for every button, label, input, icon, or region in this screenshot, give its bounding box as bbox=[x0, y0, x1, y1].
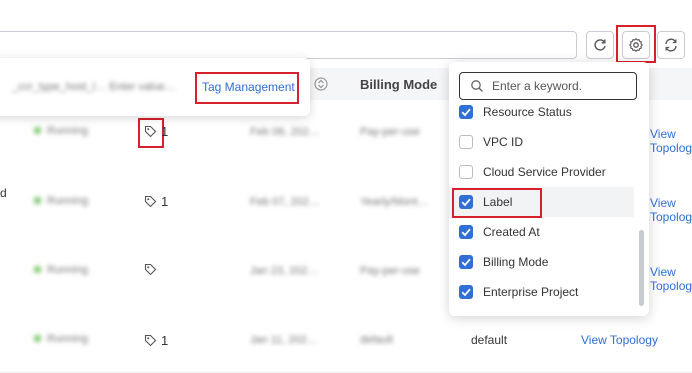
status-cell: Running bbox=[34, 195, 88, 207]
view-topology-link[interactable]: View Topology bbox=[650, 127, 692, 155]
refresh-button[interactable] bbox=[657, 31, 685, 59]
column-option-label: Resource Status bbox=[483, 105, 572, 119]
view-topology-link[interactable]: View Topology bbox=[581, 333, 658, 347]
search-bar[interactable] bbox=[0, 31, 577, 59]
created-cell: Feb 07, 202… bbox=[250, 196, 320, 208]
tag-cell[interactable]: 1 bbox=[144, 194, 168, 209]
refresh-icon bbox=[665, 38, 677, 52]
column-option-label: Billing Mode bbox=[483, 255, 549, 269]
billing-cell: default bbox=[360, 334, 394, 346]
column-option-resource-status[interactable]: Resource Status bbox=[449, 97, 634, 127]
column-option-billing-mode[interactable]: Billing Mode bbox=[449, 247, 634, 277]
column-option-vpc-id[interactable]: VPC ID bbox=[449, 127, 634, 157]
status-cell: Running bbox=[34, 125, 88, 137]
tag-management-link[interactable]: Tag Management bbox=[202, 80, 295, 94]
popover-scrollbar[interactable] bbox=[639, 230, 644, 306]
column-option-label: VPC ID bbox=[483, 135, 524, 149]
checkbox-unchecked[interactable] bbox=[459, 135, 473, 149]
checkbox-checked[interactable] bbox=[459, 285, 473, 299]
column-settings-popover: Resource Status VPC ID Cloud Service Pro… bbox=[449, 62, 649, 316]
status-cell: Running bbox=[34, 333, 88, 345]
search-icon bbox=[471, 80, 483, 92]
column-option-label: Created At bbox=[483, 225, 540, 239]
checkbox-checked[interactable] bbox=[459, 255, 473, 269]
billing-cell: Yearly/Mont… bbox=[360, 196, 429, 208]
checkbox-checked[interactable] bbox=[459, 105, 473, 119]
tag-filter-blurred: _ccr_type_host_l… Enter value… bbox=[12, 81, 176, 93]
header-billing-mode[interactable]: Billing Mode bbox=[360, 77, 437, 92]
tag-icon bbox=[144, 334, 157, 347]
view-topology-link[interactable]: View Topology bbox=[650, 196, 692, 224]
name-cell: d bbox=[0, 186, 7, 200]
column-search-box[interactable] bbox=[459, 72, 637, 100]
checkbox-unchecked[interactable] bbox=[459, 165, 473, 179]
column-option-created-at[interactable]: Created At bbox=[449, 217, 634, 247]
column-option-enterprise-project[interactable]: Enterprise Project bbox=[449, 277, 634, 307]
tag-icon bbox=[144, 195, 157, 208]
highlight-box bbox=[452, 188, 542, 218]
created-cell: Jan 23, 202… bbox=[250, 265, 319, 277]
tag-icon bbox=[144, 125, 157, 138]
checkbox-checked[interactable] bbox=[459, 225, 473, 239]
reload-button[interactable] bbox=[586, 31, 614, 59]
settings-button[interactable] bbox=[622, 31, 650, 59]
gear-icon bbox=[629, 38, 643, 52]
column-option-label: Cloud Service Provider bbox=[483, 165, 606, 179]
billing-cell: Pay-per-use bbox=[360, 265, 420, 277]
reload-icon bbox=[594, 39, 606, 51]
column-option-cloud-service-provider[interactable]: Cloud Service Provider bbox=[449, 157, 634, 187]
column-search-input[interactable] bbox=[490, 76, 634, 96]
status-cell: Running bbox=[34, 264, 88, 276]
billing-cell: Pay-per-use bbox=[360, 126, 420, 138]
tag-cell[interactable] bbox=[144, 263, 161, 276]
tag-cell[interactable]: 1 bbox=[144, 333, 168, 348]
tag-icon bbox=[144, 263, 157, 276]
view-topology-link[interactable]: View Topology bbox=[650, 265, 692, 293]
enterprise-project-cell: default bbox=[471, 333, 508, 347]
column-option-label: Enterprise Project bbox=[483, 285, 579, 299]
tag-popover: _ccr_type_host_l… Enter value… Tag Manag… bbox=[0, 58, 310, 116]
tag-cell[interactable]: 1 bbox=[144, 124, 168, 139]
created-cell: Jan 11, 202… bbox=[250, 334, 318, 346]
sort-icon[interactable] bbox=[314, 77, 328, 91]
created-cell: Feb 08, 202… bbox=[250, 126, 320, 138]
